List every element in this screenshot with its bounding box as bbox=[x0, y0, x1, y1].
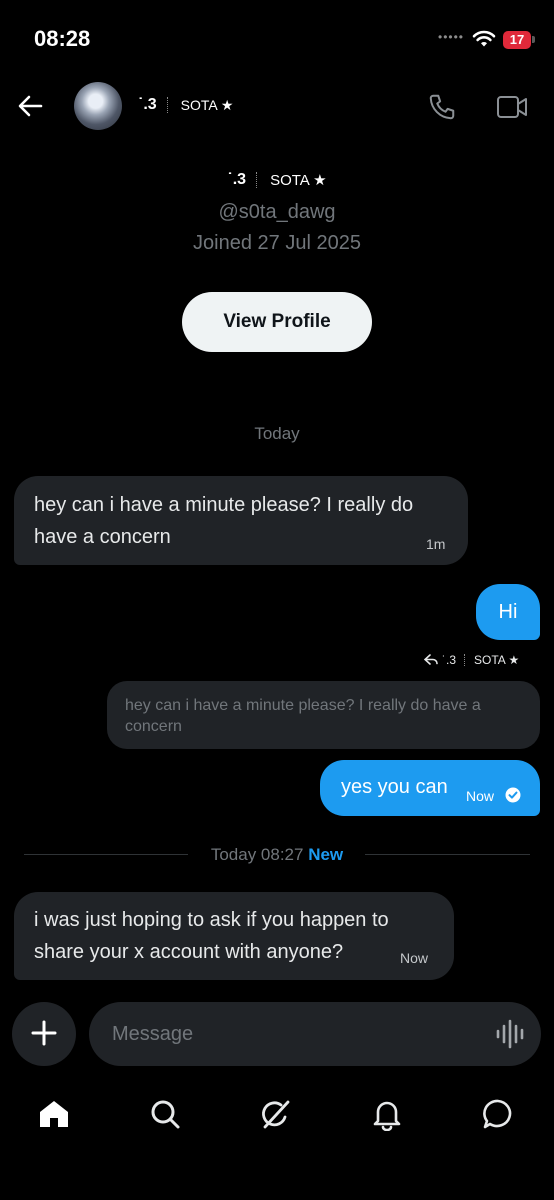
day-separator: Today bbox=[254, 424, 300, 443]
messages-icon bbox=[483, 1099, 512, 1129]
message-text: yes you can bbox=[341, 776, 448, 798]
bell-icon bbox=[373, 1101, 401, 1131]
message-timestamp: 1m bbox=[426, 536, 446, 552]
reply-arrow-icon bbox=[424, 654, 438, 665]
tab-messages[interactable] bbox=[478, 1094, 518, 1134]
phone-icon[interactable] bbox=[427, 92, 457, 122]
profile-handle: @s0ta_dawg bbox=[218, 201, 336, 223]
message-timestamp: Now bbox=[400, 950, 429, 966]
battery-cap bbox=[532, 36, 535, 43]
reply-name-part2: SOTA ★ bbox=[474, 653, 520, 667]
tab-home[interactable] bbox=[34, 1094, 74, 1134]
signal-dots-icon: ••••• bbox=[438, 30, 465, 44]
back-arrow-icon[interactable] bbox=[16, 92, 44, 120]
grok-icon bbox=[262, 1100, 290, 1129]
view-profile-button[interactable]: View Profile bbox=[182, 292, 372, 352]
header-name-part2: SOTA ★ bbox=[180, 96, 234, 113]
video-icon[interactable] bbox=[496, 94, 528, 120]
reply-name-part1: ˙.3 bbox=[442, 653, 457, 667]
message-input[interactable] bbox=[89, 1002, 541, 1066]
reply-reference: ˙.3 SOTA ★ bbox=[424, 653, 519, 667]
tab-search[interactable] bbox=[145, 1094, 185, 1134]
name-separator bbox=[256, 172, 258, 188]
profile-display-name: ˙.3 SOTA ★ bbox=[0, 171, 554, 189]
header-display-name[interactable]: ˙.3 SOTA ★ bbox=[138, 96, 233, 114]
message-text: Hi bbox=[498, 601, 518, 623]
add-attachment-button[interactable] bbox=[12, 1002, 76, 1066]
voice-wave-icon[interactable] bbox=[495, 1019, 525, 1049]
search-icon bbox=[151, 1100, 180, 1129]
profile-name-part2: SOTA ★ bbox=[270, 172, 327, 189]
header-name-part1: ˙.3 bbox=[138, 96, 157, 113]
plus-icon bbox=[31, 1020, 57, 1045]
name-separator bbox=[464, 654, 466, 666]
tab-grok[interactable] bbox=[256, 1094, 296, 1134]
name-separator bbox=[166, 97, 169, 113]
message-text: hey can i have a minute please? I really… bbox=[34, 494, 414, 548]
avatar[interactable] bbox=[74, 82, 122, 130]
wifi-icon bbox=[472, 30, 496, 47]
home-icon bbox=[40, 1101, 68, 1127]
status-time: 08:28 bbox=[34, 26, 91, 51]
profile-name-part1: ˙.3 bbox=[227, 171, 247, 188]
battery-indicator: 17 bbox=[503, 31, 531, 49]
read-check-icon bbox=[505, 787, 521, 803]
profile-joined-date: Joined 27 Jul 2025 bbox=[193, 232, 361, 254]
divider-timestamp: Today 08:27 bbox=[210, 845, 304, 864]
quoted-message-text: hey can i have a minute please? I really… bbox=[125, 697, 481, 735]
new-messages-divider: Today 08:27 New bbox=[0, 845, 554, 865]
message-text: i was just hoping to ask if you happen t… bbox=[34, 909, 389, 963]
new-badge: New bbox=[308, 845, 344, 864]
message-timestamp: Now bbox=[466, 788, 495, 804]
tab-notifications[interactable] bbox=[367, 1094, 407, 1134]
